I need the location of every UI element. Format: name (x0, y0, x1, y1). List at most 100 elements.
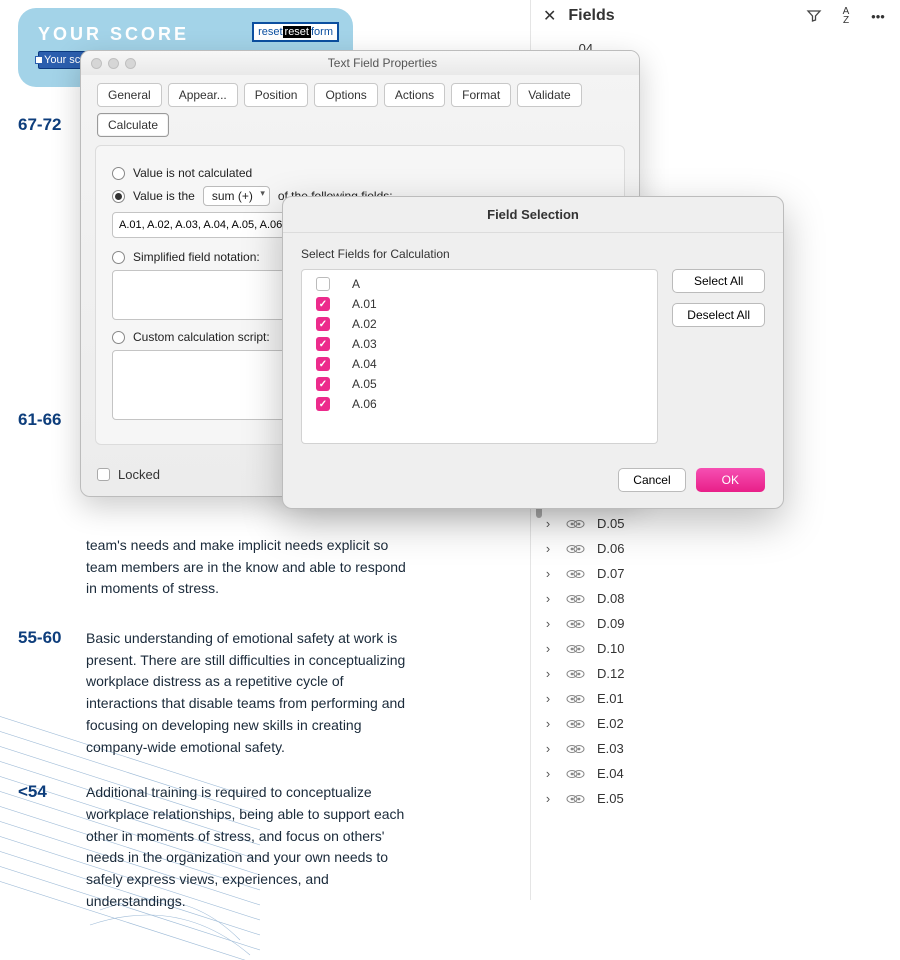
dialog-titlebar[interactable]: Text Field Properties (81, 51, 639, 75)
cancel-button[interactable]: Cancel (618, 468, 685, 492)
visibility-icon[interactable] (565, 593, 587, 605)
tab-position[interactable]: Position (244, 83, 309, 107)
field-label: A.04 (352, 357, 377, 371)
field-label: E.02 (597, 716, 624, 731)
reset-form-button[interactable]: resetresetform (252, 22, 339, 42)
panel-title: Fields (568, 7, 792, 25)
chevron-right-icon[interactable]: › (541, 741, 555, 756)
visibility-icon[interactable] (565, 618, 587, 630)
field-label: D.07 (597, 566, 624, 581)
field-label: E.03 (597, 741, 624, 756)
visibility-icon[interactable] (565, 568, 587, 580)
dialog-tabs: GeneralAppear...PositionOptions ActionsFo… (81, 75, 639, 145)
visibility-icon[interactable] (565, 693, 587, 705)
field-item[interactable]: › E.04 (531, 761, 900, 786)
tab-validate[interactable]: Validate (517, 83, 581, 107)
dialog-title: Text Field Properties (136, 56, 629, 70)
select-all-button[interactable]: Select All (672, 269, 765, 293)
field-item[interactable]: › D.12 (531, 661, 900, 686)
score-range: 67-72 (18, 115, 72, 135)
chevron-right-icon[interactable]: › (541, 666, 555, 681)
locked-checkbox[interactable] (97, 468, 110, 481)
field-label: E.04 (597, 766, 624, 781)
ok-button[interactable]: OK (696, 468, 765, 492)
field-item[interactable]: › E.02 (531, 711, 900, 736)
more-icon[interactable]: ••• (868, 6, 888, 26)
selection-item[interactable]: A.04 (302, 354, 657, 374)
visibility-icon[interactable] (565, 793, 587, 805)
selection-item[interactable]: A.05 (302, 374, 657, 394)
selection-item[interactable]: A (302, 274, 657, 294)
field-label: D.08 (597, 591, 624, 606)
field-checkbox[interactable] (316, 397, 330, 411)
selection-item[interactable]: A.02 (302, 314, 657, 334)
chevron-right-icon[interactable]: › (541, 616, 555, 631)
tab-options[interactable]: Options (314, 83, 377, 107)
visibility-icon[interactable] (565, 743, 587, 755)
visibility-icon[interactable] (565, 668, 587, 680)
field-label: D.12 (597, 666, 624, 681)
visibility-icon[interactable] (565, 543, 587, 555)
visibility-icon[interactable] (565, 518, 587, 530)
tab-actions[interactable]: Actions (384, 83, 445, 107)
field-checkbox[interactable] (316, 377, 330, 391)
field-checkbox-list[interactable]: A A.01 A.02A.03 A.04 A.05 A.06 (301, 269, 658, 444)
tab-calculate[interactable]: Calculate (97, 113, 169, 137)
field-item[interactable]: › E.03 (531, 736, 900, 761)
field-item[interactable]: ›D.06 (531, 536, 900, 561)
selection-item[interactable]: A.03 (302, 334, 657, 354)
aggregate-select[interactable]: sum (+) (203, 186, 270, 206)
select-fields-label: Select Fields for Calculation (301, 247, 765, 261)
dialog-title: Field Selection (283, 197, 783, 233)
selection-item[interactable]: A.01 (302, 294, 657, 314)
radio-label: Value is the (133, 189, 195, 203)
filter-icon[interactable] (804, 6, 824, 26)
window-controls[interactable] (91, 58, 136, 69)
field-label: A.01 (352, 297, 377, 311)
field-label: A.05 (352, 377, 377, 391)
radio-not-calculated[interactable] (112, 167, 125, 180)
chevron-right-icon[interactable]: › (541, 641, 555, 656)
chevron-right-icon[interactable]: › (541, 791, 555, 806)
field-item[interactable]: › D.08 (531, 586, 900, 611)
chevron-right-icon[interactable]: › (541, 691, 555, 706)
chevron-right-icon[interactable]: › (541, 766, 555, 781)
field-checkbox[interactable] (316, 317, 330, 331)
chevron-right-icon[interactable]: › (541, 716, 555, 731)
tab-format[interactable]: Format (451, 83, 511, 107)
radio-value-is-the[interactable] (112, 190, 125, 203)
field-label: E.05 (597, 791, 624, 806)
field-label: A.06 (352, 397, 377, 411)
field-item[interactable]: › D.07 (531, 561, 900, 586)
chevron-right-icon[interactable]: › (541, 541, 555, 556)
score-range: <54 (18, 782, 72, 912)
field-checkbox[interactable] (316, 297, 330, 311)
chevron-right-icon[interactable]: › (541, 591, 555, 606)
visibility-icon[interactable] (565, 768, 587, 780)
field-checkbox[interactable] (316, 337, 330, 351)
score-text: Basic understanding of emotional safety … (86, 628, 406, 758)
visibility-icon[interactable] (565, 718, 587, 730)
score-range: 61-66 (18, 410, 72, 430)
field-item[interactable]: ›D.10 (531, 636, 900, 661)
chevron-right-icon[interactable]: › (541, 516, 555, 531)
locked-label: Locked (118, 467, 160, 482)
field-item[interactable]: ›E.01 (531, 686, 900, 711)
chevron-right-icon[interactable]: › (541, 566, 555, 581)
field-checkbox[interactable] (316, 357, 330, 371)
sort-az-icon[interactable]: AZ (836, 6, 856, 26)
field-item[interactable]: › E.05 (531, 786, 900, 811)
field-item[interactable]: ›D.05 (531, 511, 900, 536)
deselect-all-button[interactable]: Deselect All (672, 303, 765, 327)
tab-appear[interactable]: Appear... (168, 83, 238, 107)
selection-item[interactable]: A.06 (302, 394, 657, 414)
visibility-icon[interactable] (565, 643, 587, 655)
radio-custom-script[interactable] (112, 331, 125, 344)
radio-simplified[interactable] (112, 251, 125, 264)
field-label: A (352, 277, 360, 291)
radio-label: Custom calculation script: (133, 330, 270, 344)
field-item[interactable]: ›D.09 (531, 611, 900, 636)
tab-general[interactable]: General (97, 83, 162, 107)
field-checkbox[interactable] (316, 277, 330, 291)
close-icon[interactable]: ✕ (543, 6, 556, 26)
